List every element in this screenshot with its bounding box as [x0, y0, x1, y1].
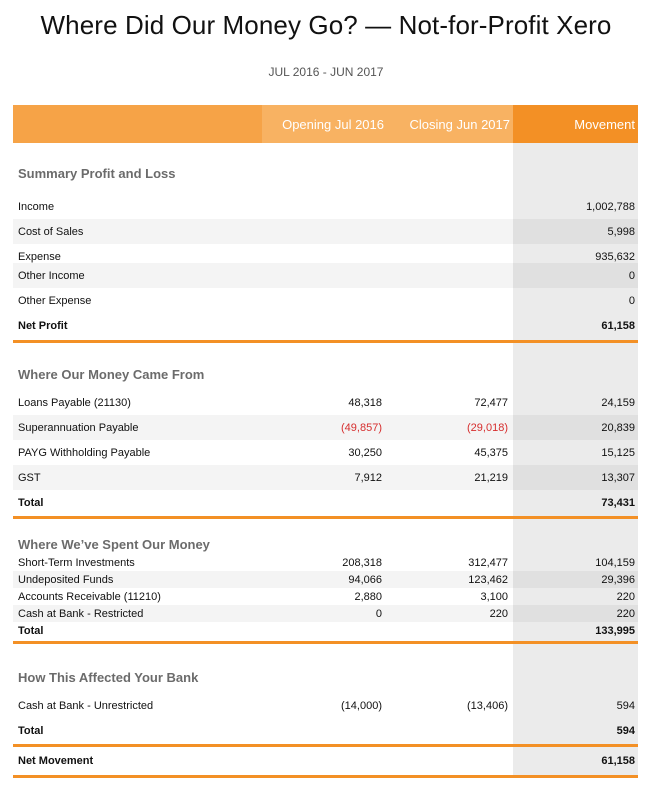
header-closing: Closing Jun 2017: [387, 105, 513, 143]
row-label: Net Movement: [18, 755, 94, 767]
row-label: Total: [18, 496, 44, 509]
section-heading-came-from: Where Our Money Came From: [18, 367, 205, 382]
row-opening: 0: [375, 607, 382, 620]
row-opening: (14,000): [341, 699, 382, 712]
row-movement: 61,158: [601, 755, 635, 767]
row-label: Cost of Sales: [18, 225, 84, 238]
row-label: Loans Payable (21130): [18, 396, 131, 409]
report-period: JUL 2016 - JUN 2017: [268, 65, 384, 79]
row-label: Expense: [18, 250, 61, 263]
row-movement: 29,396: [601, 573, 635, 586]
row-label: Total: [18, 624, 44, 637]
header-opening: Opening Jul 2016: [262, 105, 387, 143]
table-row: Cost of Sales 5,998: [13, 219, 638, 244]
row-closing: 21,219: [474, 471, 508, 484]
total-row: Total 73,431: [13, 490, 638, 515]
row-label: Other Income: [18, 269, 85, 282]
row-movement: 0: [628, 269, 635, 282]
row-opening: 30,250: [348, 446, 382, 459]
total-row: Total 594: [13, 718, 638, 743]
row-movement: 220: [616, 590, 635, 603]
row-movement: 133,995: [595, 624, 635, 637]
section-heading-bank: How This Affected Your Bank: [18, 670, 199, 685]
table-row: Superannuation Payable (49,857) (29,018)…: [13, 415, 638, 440]
row-closing: 312,477: [468, 556, 508, 569]
row-label: Cash at Bank - Unrestricted: [18, 699, 154, 712]
table-row: Loans Payable (21130) 48,318 72,477 24,1…: [13, 390, 638, 415]
table-row: Undeposited Funds 94,066 123,462 29,396: [13, 571, 638, 588]
row-closing: 45,375: [474, 446, 508, 459]
row-movement: 935,632: [595, 250, 635, 263]
row-opening: 208,318: [342, 556, 382, 569]
row-closing: 72,477: [474, 396, 508, 409]
table-row: Other Income 0: [13, 263, 638, 288]
table-row: Income 1,002,788: [13, 194, 638, 219]
total-row: Total 133,995: [13, 622, 638, 639]
row-label: GST: [18, 471, 41, 484]
row-label: Cash at Bank - Restricted: [18, 607, 144, 620]
report-title: Where Did Our Money Go? — Not-for-Profit…: [40, 10, 612, 40]
header-movement: Movement: [513, 105, 638, 143]
table-row: Other Expense 0: [13, 288, 638, 313]
row-label: Undeposited Funds: [18, 573, 114, 586]
row-opening: (49,857): [341, 421, 382, 434]
section-heading-pnl: Summary Profit and Loss: [18, 166, 176, 181]
row-label: Total: [18, 724, 44, 737]
table-row: PAYG Withholding Payable 30,250 45,375 1…: [13, 440, 638, 465]
row-movement: 15,125: [601, 446, 635, 459]
row-label: Accounts Receivable (11210): [18, 590, 161, 603]
header-blank-cell: [13, 105, 262, 143]
row-label: Superannuation Payable: [18, 421, 139, 434]
row-opening: 7,912: [354, 471, 382, 484]
section-divider: [13, 775, 638, 778]
section-divider: [13, 516, 638, 519]
total-row: Net Profit 61,158: [13, 313, 638, 338]
table-row: Cash at Bank - Restricted 0 220 220: [13, 605, 638, 622]
row-label: Short-Term Investments: [18, 556, 135, 569]
row-closing: 123,462: [468, 573, 508, 586]
row-movement: 1,002,788: [586, 200, 635, 213]
row-label: Other Expense: [18, 294, 92, 307]
section-divider: [13, 641, 638, 644]
table-row: Accounts Receivable (11210) 2,880 3,100 …: [13, 588, 638, 605]
report-table: Opening Jul 2016 Closing Jun 2017 Moveme…: [13, 105, 638, 778]
table-row: Short-Term Investments 208,318 312,477 1…: [13, 554, 638, 571]
net-movement-row: Net Movement 61,158: [13, 748, 638, 774]
row-closing: 220: [489, 607, 508, 620]
row-movement: 594: [616, 699, 635, 712]
row-opening: 48,318: [348, 396, 382, 409]
section-heading-spent: Where We’ve Spent Our Money: [18, 537, 210, 552]
row-movement: 594: [616, 724, 635, 737]
row-movement: 5,998: [607, 225, 635, 238]
row-movement: 73,431: [601, 496, 635, 509]
row-opening: 94,066: [348, 573, 382, 586]
row-movement: 0: [628, 294, 635, 307]
row-movement: 24,159: [601, 396, 635, 409]
row-label: Income: [18, 200, 55, 213]
table-row: GST 7,912 21,219 13,307: [13, 465, 638, 490]
section-divider: [13, 744, 638, 747]
table-header: Opening Jul 2016 Closing Jun 2017 Moveme…: [13, 105, 638, 143]
row-movement: 104,159: [595, 556, 635, 569]
row-movement: 220: [616, 607, 635, 620]
row-label: Net Profit: [18, 319, 68, 332]
row-movement: 20,839: [601, 421, 635, 434]
row-opening: 2,880: [354, 590, 382, 603]
row-label: PAYG Withholding Payable: [18, 446, 151, 459]
row-closing: 3,100: [480, 590, 508, 603]
row-closing: (29,018): [467, 421, 508, 434]
row-movement: 61,158: [601, 319, 635, 332]
row-closing: (13,406): [467, 699, 508, 712]
section-divider: [13, 340, 638, 343]
row-movement: 13,307: [601, 471, 635, 484]
table-row: Cash at Bank - Unrestricted (14,000) (13…: [13, 693, 638, 718]
